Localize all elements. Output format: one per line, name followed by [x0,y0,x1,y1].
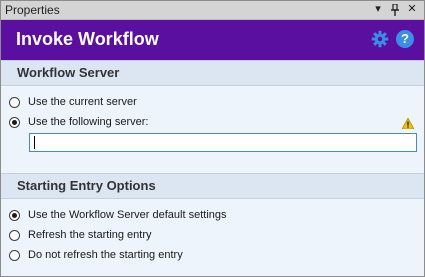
text-caret [34,136,35,149]
radio-workflow-server-default[interactable]: Use the Workflow Server default settings [9,207,227,223]
panel-title: Properties [5,3,60,17]
radio-use-current-server[interactable]: Use the current server [9,94,137,110]
pin-icon[interactable] [388,2,402,17]
radio-label: Refresh the starting entry [28,229,152,241]
radio-label: Use the Workflow Server default settings [28,209,227,221]
radio-refresh-starting-entry[interactable]: Refresh the starting entry [9,227,152,243]
workflow-header: Invoke Workflow ? [1,20,424,61]
radio-button[interactable] [9,209,20,221]
warning-icon [402,118,414,129]
section-starting-entry-options: Starting Entry Options [1,173,424,199]
close-icon[interactable]: ✕ [405,2,419,17]
radio-button[interactable] [9,249,20,261]
section-workflow-server: Workflow Server [1,60,424,86]
section-heading: Workflow Server [17,65,120,80]
radio-button[interactable] [9,96,20,108]
panel-titlebar: Properties ▾ ✕ [1,1,424,20]
radio-label: Use the current server [28,96,137,108]
properties-panel: Properties ▾ ✕ Invoke Workflow ? Workflo… [0,0,425,277]
radio-button[interactable] [9,229,20,241]
help-icon[interactable]: ? [396,30,414,48]
section-heading: Starting Entry Options [17,178,156,193]
dropdown-icon[interactable]: ▾ [371,2,385,17]
radio-button[interactable] [9,116,20,128]
activity-title: Invoke Workflow [16,29,159,49]
server-name-input[interactable] [29,133,417,152]
radio-label: Do not refresh the starting entry [28,249,183,261]
gear-icon[interactable] [371,30,389,48]
radio-use-following-server[interactable]: Use the following server: [9,114,148,130]
radio-label: Use the following server: [28,116,149,128]
radio-do-not-refresh-starting-entry[interactable]: Do not refresh the starting entry [9,247,183,263]
